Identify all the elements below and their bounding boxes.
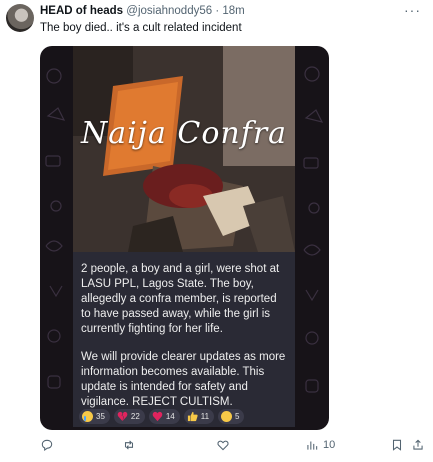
tweet-media[interactable]: Naija Confra 2 people, a boy and a girl,… bbox=[40, 46, 329, 430]
reply-icon bbox=[41, 439, 53, 451]
bookmark-button[interactable] bbox=[390, 438, 404, 452]
author-handle[interactable]: @josiahnoddy56 bbox=[126, 5, 212, 17]
reaction-count: 35 bbox=[96, 412, 105, 421]
message-paragraph: 2 people, a boy and a girl, were shot at… bbox=[81, 263, 280, 335]
reaction-chip: 11 bbox=[183, 409, 215, 424]
like-button[interactable] bbox=[216, 438, 230, 452]
post-time[interactable]: 18m bbox=[222, 5, 244, 17]
reaction-chip: 5 bbox=[218, 409, 245, 424]
sad-face-icon bbox=[221, 411, 233, 422]
reaction-count: 22 bbox=[130, 412, 140, 421]
heart-outline-icon bbox=[217, 440, 229, 451]
reaction-count: 11 bbox=[200, 412, 210, 421]
views-button[interactable]: 10 bbox=[305, 438, 335, 452]
reaction-chip: 22 bbox=[113, 409, 145, 424]
video-thumbnail[interactable]: Naija Confra bbox=[73, 46, 295, 252]
bookmark-icon bbox=[392, 439, 402, 451]
repost-icon bbox=[124, 440, 134, 450]
repost-button[interactable] bbox=[122, 438, 136, 452]
message-bubble: 2 people, a boy and a girl, were shot at… bbox=[73, 252, 295, 427]
reaction-count: 14 bbox=[165, 412, 175, 421]
thumbs-up-icon bbox=[187, 411, 198, 422]
broken-heart-icon bbox=[117, 411, 128, 422]
crying-face-icon bbox=[82, 411, 93, 422]
message-paragraph: We will provide clearer updates as more … bbox=[81, 351, 286, 408]
views-count: 10 bbox=[323, 439, 336, 451]
share-icon bbox=[413, 439, 423, 450]
reaction-chip: 14 bbox=[148, 409, 180, 424]
separator-dot: · bbox=[215, 5, 220, 17]
watermark-text: Naija Confra bbox=[80, 116, 288, 151]
tweet-text: The boy died.. it's a cult related incid… bbox=[40, 22, 242, 34]
heart-icon bbox=[152, 411, 163, 422]
reply-button[interactable] bbox=[40, 438, 54, 452]
author-name[interactable]: HEAD of heads bbox=[40, 5, 123, 17]
reactions-row: 35 22 14 11 5 bbox=[79, 409, 245, 424]
share-button[interactable] bbox=[411, 438, 425, 452]
reaction-chip: 35 bbox=[79, 409, 110, 424]
views-chart-icon bbox=[307, 441, 318, 450]
tweet-header: HEAD of heads @josiahnoddy56 · 18m bbox=[40, 5, 245, 17]
more-options-icon[interactable]: ··· bbox=[404, 2, 421, 18]
tweet-actions-bar: 10 bbox=[40, 438, 425, 456]
reaction-count: 5 bbox=[235, 412, 240, 421]
avatar[interactable] bbox=[6, 4, 34, 32]
